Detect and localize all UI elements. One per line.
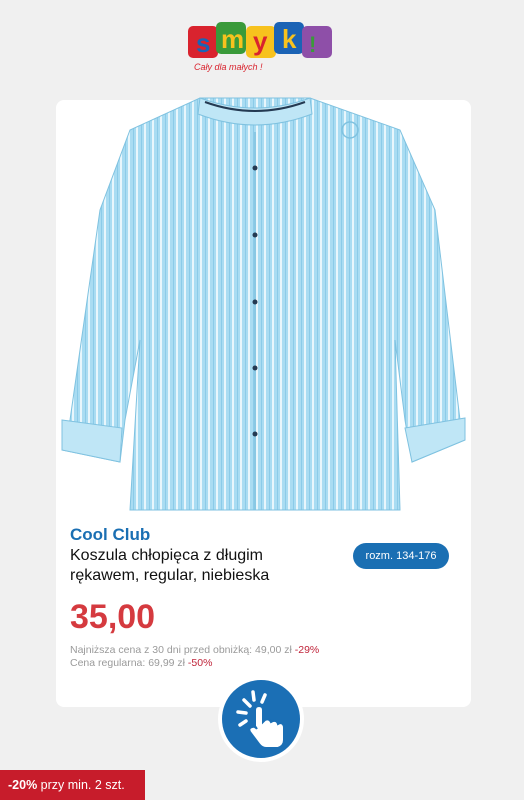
lowest-price-label: Najniższa cena z 30 dni przed obniżką: 4… [70,644,292,656]
promo-ribbon[interactable]: -20% przy min. 2 szt. [0,770,145,800]
product-image [40,90,480,520]
svg-text:!: ! [309,32,316,57]
promo-condition: przy min. 2 szt. [40,778,125,792]
regular-price-label: Cena regularna: 69,99 zł [70,657,185,669]
product-brand: Cool Club [70,525,151,544]
product-title-line-1: Koszula chłopięca z długim [70,547,263,564]
svg-text:s: s [196,28,210,58]
promo-discount: -20% [8,778,38,792]
regular-price-percent: -50% [187,657,213,669]
product-title-line-2: rękawem, regular, niebieska [70,567,270,584]
lowest-price-note: Najniższa cena z 30 dni przed obniżką: 4… [70,644,319,656]
smyk-logo: s m y k ! Cały dla małych ! [188,20,336,80]
product-card[interactable]: Cool Club Koszula chłopięca z długim ręk… [56,97,471,707]
size-range-badge[interactable]: rozm. 134-176 [353,543,449,569]
lowest-price-percent: -29% [294,644,320,656]
svg-text:y: y [253,26,268,56]
regular-price-note: Cena regularna: 69,99 zł -50% [70,657,212,669]
product-title: Koszula chłopięca z długim rękawem, regu… [70,546,330,586]
tap-hand-icon [236,690,285,749]
svg-text:m: m [221,24,244,54]
product-price: 35,00 [70,598,156,636]
tap-cta-button[interactable] [218,676,304,762]
svg-text:k: k [282,24,297,54]
logo-slogan: Cały dla małych ! [194,62,263,72]
